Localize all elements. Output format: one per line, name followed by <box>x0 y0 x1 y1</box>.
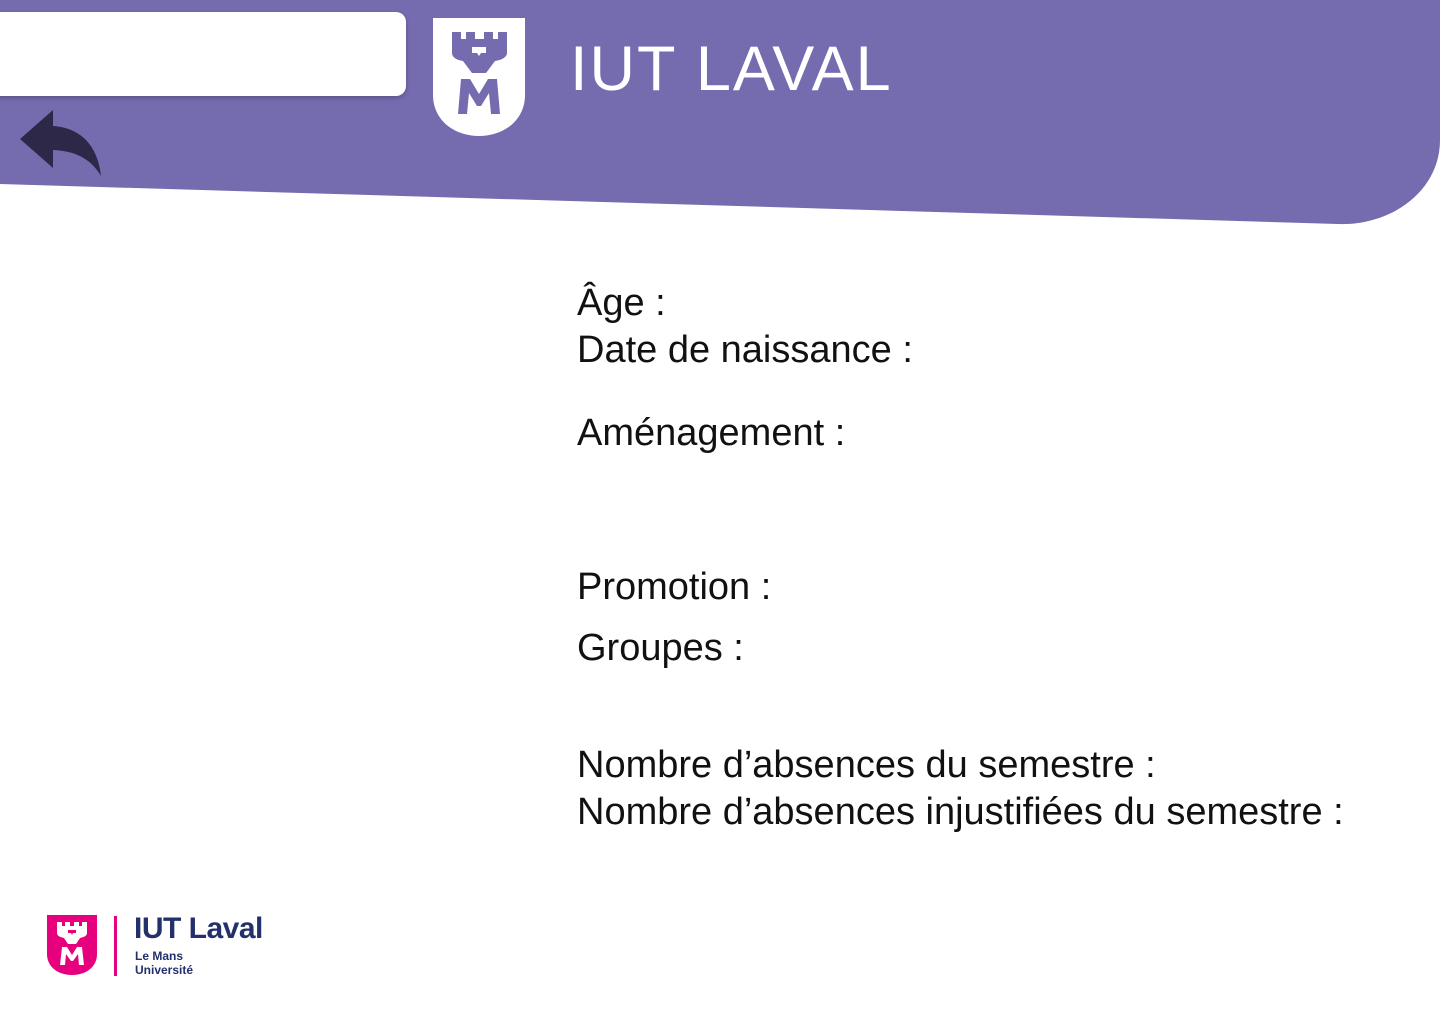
footer-logo: IUT Laval Le Mans Université <box>46 912 296 982</box>
amenagement-label: Aménagement : <box>577 412 846 454</box>
student-info: Âge : Date de naissance : Aménagement : … <box>577 280 1417 836</box>
footer-divider <box>114 916 117 976</box>
age-label: Âge : <box>577 282 666 324</box>
le-mans-universite-shield-icon <box>47 915 97 975</box>
absences-label: Nombre d’absences du semestre : <box>577 744 1156 786</box>
birth-date-label: Date de naissance : <box>577 329 913 371</box>
unjustified-absences-label: Nombre d’absences injustifiées du semest… <box>577 791 1344 833</box>
page-title: IUT LAVAL <box>570 34 893 104</box>
footer-logo-sub-line2: Université <box>135 963 194 977</box>
footer-logo-subtitle: Le Mans Université <box>135 949 193 977</box>
reply-arrow-icon <box>20 110 101 176</box>
back-button[interactable] <box>20 106 106 180</box>
groups-label: Groupes : <box>577 627 744 669</box>
footer-logo-name: IUT Laval <box>134 912 263 945</box>
footer-logo-sub-line1: Le Mans <box>135 949 184 963</box>
promotion-label: Promotion : <box>577 566 772 608</box>
search-input[interactable] <box>0 12 406 96</box>
header-logo-shield <box>433 18 525 136</box>
